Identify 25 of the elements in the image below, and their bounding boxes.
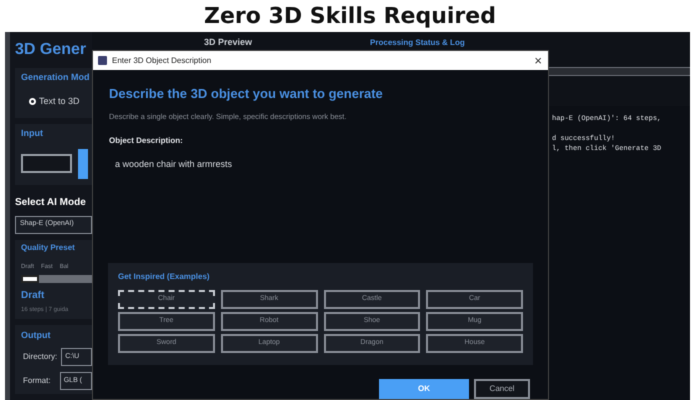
app-icon (98, 56, 107, 65)
close-button[interactable]: × (534, 54, 542, 67)
dialog-title: Enter 3D Object Description (112, 54, 212, 66)
input-field[interactable] (21, 154, 72, 173)
panel-heading: 3D Preview (204, 36, 252, 48)
examples-heading: Get Inspired (Examples) (118, 270, 211, 283)
field-label: Format: (23, 375, 52, 387)
ok-button[interactable]: OK (379, 378, 469, 399)
radio-option[interactable]: Text to 3D (21, 94, 92, 108)
dialog-heading: Describe the 3D object you want to generate (109, 85, 384, 103)
section-heading: Input (21, 127, 44, 140)
radio-icon (29, 98, 36, 105)
app-title: 3D Gener (15, 40, 88, 60)
slider-thumb[interactable] (21, 274, 39, 282)
field-label: Directory: (23, 351, 58, 363)
quality-slider[interactable] (21, 274, 92, 282)
section-heading: Quality Preset (21, 242, 76, 254)
cancel-button[interactable]: Cancel (474, 378, 530, 399)
preset-name: Draft (21, 288, 46, 302)
field-label: Object Description: (109, 134, 184, 147)
panel-heading: Processing Status & Log (370, 37, 465, 49)
banner-title: Zero 3D Skills Required (204, 2, 496, 30)
section-heading: Generation Mod (21, 71, 91, 84)
section-heading: Output (21, 328, 52, 342)
section-heading: Select AI Mode (15, 196, 87, 210)
